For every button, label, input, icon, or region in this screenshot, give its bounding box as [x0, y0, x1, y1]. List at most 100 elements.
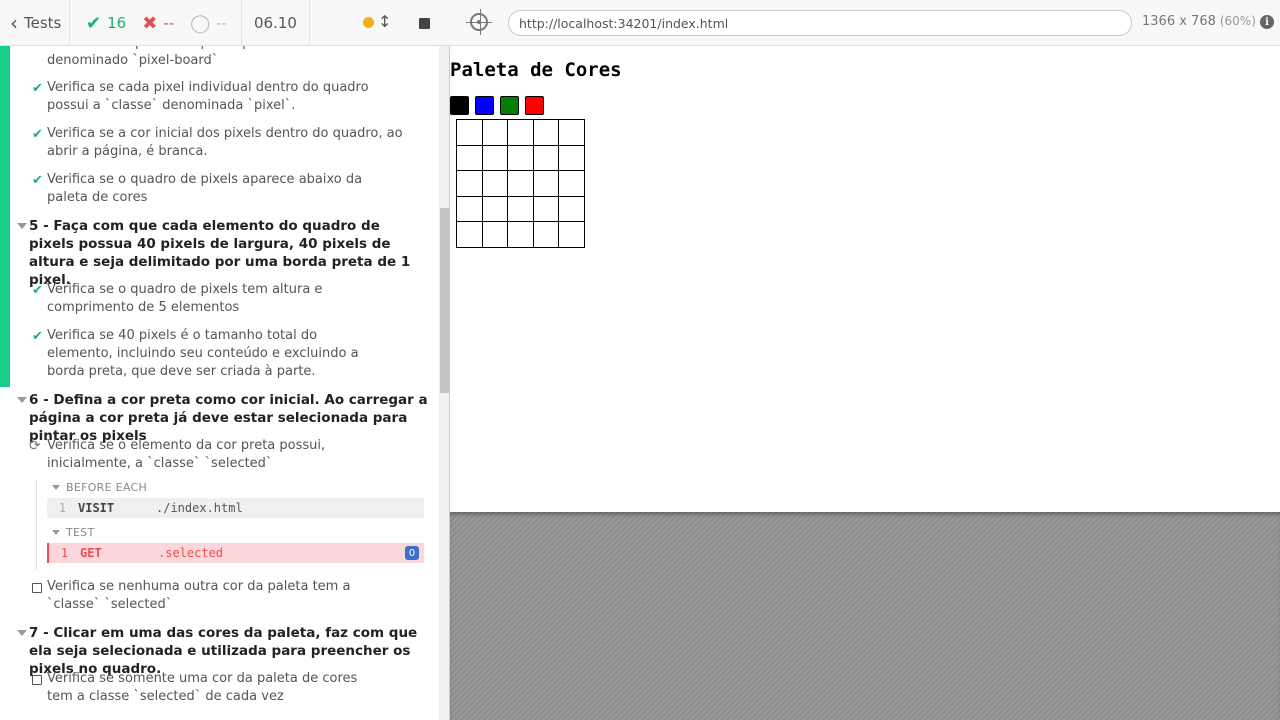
pixel[interactable]: [559, 196, 585, 222]
color-swatch[interactable]: [475, 96, 494, 115]
pixel[interactable]: [533, 196, 559, 222]
pixel[interactable]: [559, 120, 585, 146]
pixel[interactable]: [457, 196, 483, 222]
test-title: Verifica se o elemento da cor preta poss…: [47, 438, 326, 471]
test-label[interactable]: TEST: [66, 526, 95, 539]
test-item[interactable]: Verifica se a cor inicial dos pixels den…: [47, 125, 407, 161]
pixel[interactable]: [482, 171, 508, 197]
check-icon: ✔: [32, 329, 43, 344]
failed-stat: ✖ --: [142, 13, 174, 34]
command-message: ./index.html: [156, 501, 243, 515]
pixel[interactable]: [533, 145, 559, 171]
pixel[interactable]: [533, 171, 559, 197]
pixel[interactable]: [508, 171, 534, 197]
pending-count: --: [216, 14, 228, 32]
caret-down-icon[interactable]: [17, 630, 27, 636]
color-swatch[interactable]: [525, 96, 544, 115]
reporter-scrollbar-thumb[interactable]: [440, 208, 449, 393]
caret-down-icon[interactable]: [52, 530, 60, 535]
app-preview: Paleta de Cores: [450, 46, 1280, 512]
reporter-header: ‹ Tests ✔ 16 ✖ -- ◯ -- 06.10 ↕: [0, 0, 450, 46]
command-visit[interactable]: 1 VISIT ./index.html: [47, 498, 424, 518]
test-title: Verifica se a cor inicial dos pixels den…: [47, 126, 403, 159]
pixel[interactable]: [482, 222, 508, 248]
url-bar[interactable]: http://localhost:34201/index.html: [508, 10, 1132, 36]
caret-down-icon[interactable]: [17, 397, 27, 403]
pixel[interactable]: [457, 120, 483, 146]
before-each-label[interactable]: BEFORE EACH: [66, 481, 147, 494]
chevron-left-icon: ‹: [10, 11, 18, 35]
test-item[interactable]: Verifica se o quadro de pixels aparece a…: [47, 171, 407, 207]
page-title: Paleta de Cores: [450, 59, 622, 81]
pixel[interactable]: [508, 196, 534, 222]
info-icon[interactable]: i: [1260, 15, 1274, 29]
command-number: 1: [58, 501, 67, 515]
test-item[interactable]: Verifica se cada pixel individual dentro…: [47, 79, 407, 115]
test-title: Verifica se cada pixel individual dentro…: [47, 80, 369, 113]
command-number: 1: [60, 546, 69, 560]
circle-icon: ◯: [190, 12, 211, 34]
pixel[interactable]: [457, 171, 483, 197]
url-text: http://localhost:34201/index.html: [519, 15, 729, 31]
passed-count: 16: [107, 14, 127, 32]
running-indicator-icon: [363, 17, 374, 28]
pixel[interactable]: [482, 196, 508, 222]
test-item[interactable]: Verifica se o quadro de pixels tem altur…: [47, 281, 387, 317]
test-item-running[interactable]: Verifica se o elemento da cor preta poss…: [47, 437, 397, 473]
pixel-board: [456, 119, 585, 248]
element-count-badge: 0: [405, 546, 419, 560]
viewport-info[interactable]: 1366 x 768 (60%): [1142, 14, 1256, 29]
failed-count: --: [163, 14, 175, 32]
test-item[interactable]: Verifica se 40 pixels é o tamanho total …: [47, 327, 382, 381]
selector-playground-icon[interactable]: [466, 9, 492, 35]
pixel[interactable]: [457, 145, 483, 171]
pixel[interactable]: [508, 222, 534, 248]
test-reporter: ‹ Tests ✔ 16 ✖ -- ◯ -- 06.10 ↕ ✔ Ve: [0, 0, 450, 720]
tests-label: Tests: [24, 14, 62, 32]
pixel[interactable]: [482, 145, 508, 171]
tests-button[interactable]: ‹ Tests: [0, 0, 70, 46]
test-title: Verifica se somente uma cor da paleta de…: [47, 671, 358, 704]
check-icon: ✔: [32, 173, 43, 188]
pixel[interactable]: [508, 120, 534, 146]
suite-title-5[interactable]: 5 - Faça com que cada elemento do quadro…: [29, 217, 429, 289]
passed-stat: ✔ 16: [86, 13, 126, 34]
duration: 06.10: [242, 0, 310, 46]
x-icon: ✖: [142, 12, 158, 34]
auto-scroll-icon[interactable]: ↕: [378, 12, 391, 31]
pixel[interactable]: [559, 222, 585, 248]
test-title: Verifica se nenhuma outra cor da paleta …: [47, 579, 351, 612]
suite-pass-indicator: [0, 46, 10, 387]
command-message: .selected: [158, 546, 224, 560]
pixel[interactable]: [533, 222, 559, 248]
spinner-icon: ⟳: [29, 438, 41, 454]
pixel[interactable]: [533, 120, 559, 146]
test-title: Verifica se o quadro de pixels tem altur…: [47, 282, 323, 315]
pixel[interactable]: [508, 145, 534, 171]
pending-box-icon: [32, 583, 42, 593]
pixel[interactable]: [559, 171, 585, 197]
run-controls: ↕: [310, 0, 450, 46]
caret-down-icon[interactable]: [17, 223, 27, 229]
viewport-scale: (60%): [1219, 14, 1256, 28]
aut-background: [450, 512, 1280, 720]
color-swatch[interactable]: [450, 96, 469, 115]
test-title: Verifica se 40 pixels é o tamanho total …: [47, 328, 359, 379]
test-title: Verifica se o quadro de pixels aparece a…: [47, 172, 363, 205]
check-icon: ✔: [32, 81, 43, 96]
viewport-size: 1366 x 768: [1142, 14, 1216, 29]
check-icon: ✔: [86, 12, 102, 34]
test-item-pending[interactable]: Verifica se nenhuma outra cor da paleta …: [47, 578, 387, 614]
caret-down-icon[interactable]: [52, 485, 60, 490]
pixel[interactable]: [457, 222, 483, 248]
test-item-pending[interactable]: Verifica se somente uma cor da paleta de…: [47, 670, 387, 706]
pixel[interactable]: [559, 145, 585, 171]
command-get[interactable]: 1 GET .selected 0: [47, 543, 424, 563]
hook-divider: [36, 480, 37, 570]
pixel[interactable]: [482, 120, 508, 146]
check-icon: ✔: [32, 283, 43, 298]
color-swatch[interactable]: [500, 96, 519, 115]
stop-icon[interactable]: [419, 18, 430, 29]
pending-stat: ◯ --: [190, 13, 227, 34]
test-stats: ✔ 16 ✖ -- ◯ --: [70, 0, 242, 46]
